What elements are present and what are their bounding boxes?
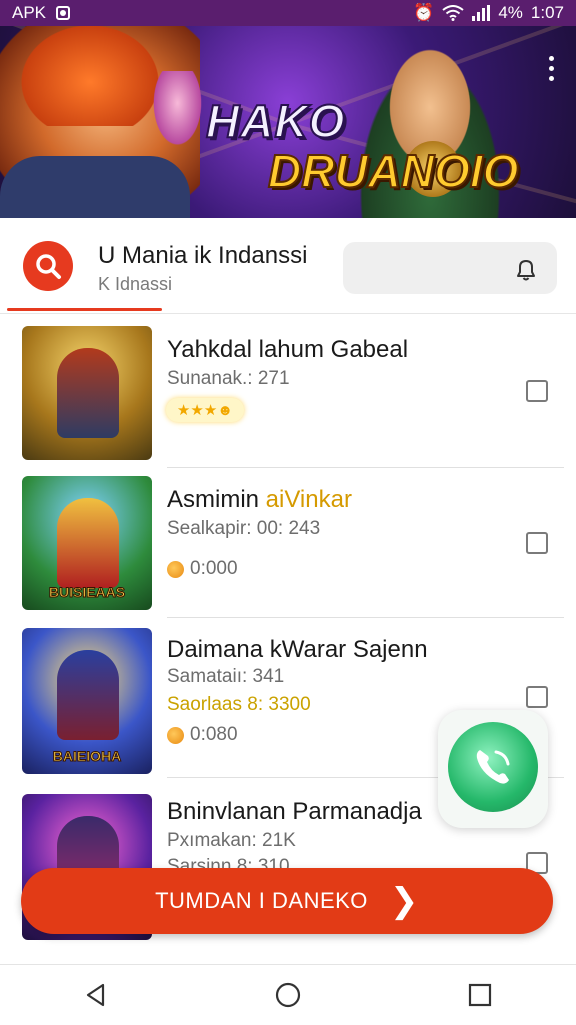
select-checkbox[interactable] <box>526 686 548 708</box>
banner-title-line2: DRUANOIO <box>267 144 519 198</box>
chevron-right-icon: ❯ <box>389 882 419 920</box>
game-meta: Pxımakan: 21K <box>167 830 296 851</box>
select-checkbox[interactable] <box>526 380 548 402</box>
search-icon <box>36 254 61 279</box>
signal-icon <box>472 5 491 21</box>
thumbnail-label: BAIEIOHA <box>52 748 122 765</box>
cta-label: TUMDAN I DANEKO <box>155 888 368 913</box>
header-divider <box>0 313 576 314</box>
notification-button[interactable] <box>343 242 557 294</box>
thumbnail-label: BUISIEAAS <box>48 584 126 601</box>
banner-character-small <box>150 71 205 151</box>
game-thumbnail[interactable]: BAIEIOHA <box>22 628 152 774</box>
app-header: U Mania ik Indanssi K Idnassi <box>0 218 576 314</box>
game-title: Asmimin aiVinkar <box>167 486 352 513</box>
notification-icon <box>56 6 71 20</box>
active-tab-indicator <box>7 308 162 311</box>
game-meta: Sunanak.: 271 <box>167 368 290 389</box>
game-title: Yahkdal lahum Gabeal <box>167 336 409 363</box>
status-app-label: APK <box>12 3 47 22</box>
game-meta-secondary: Saorlaas 8: 3300 <box>167 694 311 715</box>
game-title-highlight: aiVinkar <box>265 486 352 513</box>
game-meta: Sealkapir: 00: 243 <box>167 518 321 539</box>
bell-icon <box>517 260 535 281</box>
back-icon <box>86 983 105 1007</box>
recents-icon <box>468 983 492 1007</box>
coin-icon <box>167 560 184 578</box>
hero-banner[interactable]: HAKO DRUANOIO <box>0 26 576 218</box>
call-button[interactable] <box>438 710 548 828</box>
game-thumbnail[interactable]: BUISIEAAS <box>22 476 152 610</box>
alarm-icon: ⏰ <box>413 3 435 22</box>
more-options-icon[interactable] <box>549 56 554 81</box>
system-nav-bar <box>0 964 576 1025</box>
primary-cta-button[interactable]: TUMDAN I DANEKO ❯ <box>21 868 553 934</box>
page-title: U Mania ik Indanssi <box>98 242 308 269</box>
clock: 1:07 <box>530 3 564 22</box>
game-coins: 0:080 <box>167 724 238 746</box>
nav-recents-button[interactable] <box>450 975 510 1015</box>
page-subtitle: K Idnassi <box>98 274 173 294</box>
search-button[interactable] <box>23 241 73 291</box>
game-title: Bninvlanan Parmanadja <box>167 798 422 825</box>
game-thumbnail[interactable] <box>22 326 152 460</box>
game-meta: Samataiı: 341 <box>167 666 285 687</box>
nav-back-button[interactable] <box>66 975 126 1015</box>
rating-stars: ★★★☻ <box>166 398 244 422</box>
nav-home-button[interactable] <box>258 975 318 1015</box>
status-bar: APK ⏰ 4% 1:07 <box>0 0 576 26</box>
list-item[interactable]: Yahkdal lahum Gabeal Sunanak.: 271 ★★★☻ <box>0 318 576 468</box>
banner-title-line1: HAKO <box>205 94 346 148</box>
battery-level: 4% <box>498 3 523 22</box>
coin-icon <box>167 726 184 744</box>
select-checkbox[interactable] <box>526 532 548 554</box>
wifi-icon <box>442 5 464 21</box>
phone-call-icon <box>476 750 510 784</box>
home-icon <box>275 982 301 1008</box>
game-title: Daimana kWarar Sajenn <box>167 636 428 663</box>
list-item[interactable]: BUISIEAAS Asmimin aiVinkar Sealkapir: 00… <box>0 468 576 618</box>
game-coins: 0:000 <box>167 558 238 580</box>
